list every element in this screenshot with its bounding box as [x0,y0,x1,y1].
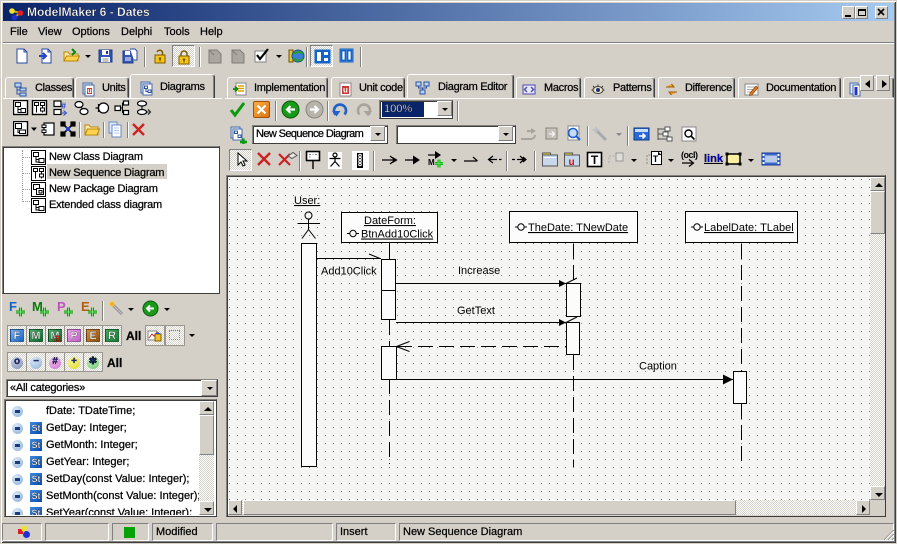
svg-text:Caption: Caption [639,361,677,373]
svg-text:Increase: Increase [458,265,500,277]
svg-text:M: M [428,158,435,167]
svg-text:BtnAdd10Click: BtnAdd10Click [361,229,434,241]
svg-text:u: u [568,157,574,168]
svg-text:u: u [343,86,348,95]
svg-text:LabelDate: TLabel: LabelDate: TLabel [704,222,794,234]
svg-text:T: T [591,153,599,167]
svg-text:GetText: GetText [457,305,495,317]
svg-text:(ocl): (ocl) [681,150,698,160]
svg-text:u: u [87,88,91,95]
svg-text:#: # [61,101,66,111]
svg-text:User:: User: [294,195,320,207]
svg-text:F: F [9,299,17,314]
svg-text:DateForm:: DateForm: [364,215,416,227]
svg-text:TheDate: TNewDate: TheDate: TNewDate [528,222,628,234]
svg-text:T: T [653,154,659,164]
svg-text:Add10Click: Add10Click [321,266,377,278]
